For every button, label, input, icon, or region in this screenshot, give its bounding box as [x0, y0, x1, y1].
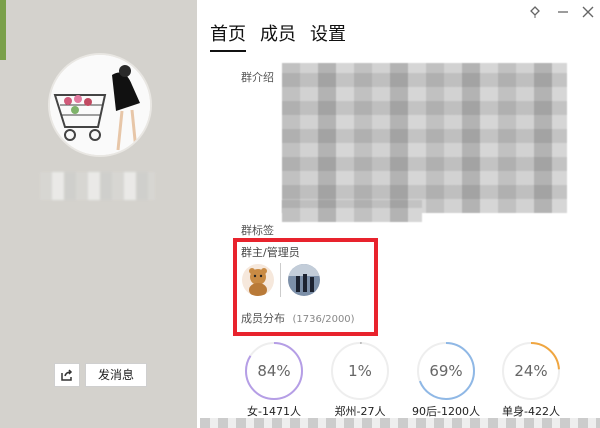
distribution-label: 成员分布 (1736/2000) [241, 310, 355, 326]
stat-percent: 84% [257, 362, 291, 380]
minimize-icon[interactable] [555, 6, 571, 22]
stat-age[interactable]: 69% [415, 340, 477, 402]
distribution-count: (1736/2000) [292, 314, 355, 325]
close-icon[interactable] [580, 6, 596, 22]
stat-label-single: 单身-422人 [502, 405, 560, 418]
intro-label: 群介绍 [241, 71, 274, 84]
share-button[interactable] [54, 363, 80, 387]
tab-settings[interactable]: 设置 [310, 20, 346, 52]
stat-label-city: 郑州-27人 [334, 405, 386, 418]
group-avatar[interactable] [50, 55, 150, 155]
admin-divider [280, 263, 281, 297]
stat-label-age: 90后-1200人 [412, 405, 480, 418]
pin-icon[interactable] [527, 6, 543, 22]
tab-bar: 首页 成员 设置 [210, 20, 346, 52]
stat-label-gender: 女-1471人 [247, 405, 301, 418]
admin-avatar[interactable] [288, 264, 320, 296]
tab-members[interactable]: 成员 [260, 20, 296, 52]
stat-city[interactable]: 1% [329, 340, 391, 402]
send-message-button[interactable]: 发消息 [85, 363, 147, 387]
intro-content-redacted [282, 63, 567, 213]
stat-gender[interactable]: 84% [243, 340, 305, 402]
admins-label: 群主/管理员 [241, 246, 300, 259]
tab-home[interactable]: 首页 [210, 20, 246, 52]
share-icon [61, 369, 73, 381]
stat-percent: 24% [514, 362, 548, 380]
stat-percent: 69% [429, 362, 463, 380]
background-text-redacted [200, 418, 600, 428]
intro-content-redacted-tail [282, 200, 422, 222]
stat-single[interactable]: 24% [500, 340, 562, 402]
group-name-redacted [40, 172, 155, 200]
left-panel: 发消息 [0, 0, 197, 428]
stat-percent: 1% [348, 362, 372, 380]
side-strip [0, 0, 6, 60]
owner-avatar[interactable] [242, 264, 274, 296]
distribution-title: 成员分布 [241, 312, 285, 325]
tags-label: 群标签 [241, 224, 274, 237]
